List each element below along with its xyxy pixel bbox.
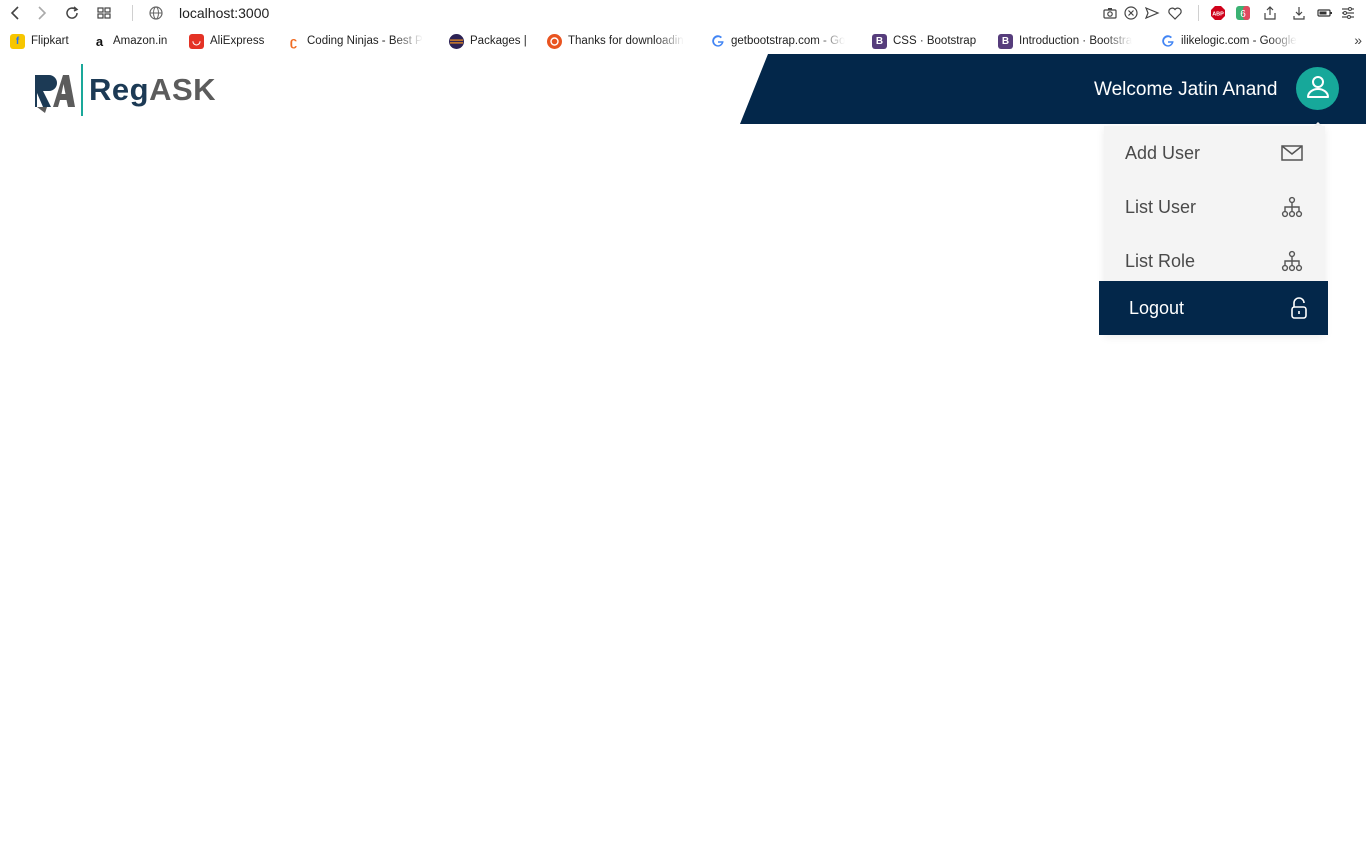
google-icon [710, 33, 725, 49]
svg-text:6: 6 [1240, 9, 1246, 20]
bookmark-label: Packages | [470, 35, 527, 47]
regask-logo[interactable]: RegASK [33, 63, 216, 117]
camera-icon[interactable] [1101, 4, 1119, 22]
bootstrap-icon: B [872, 33, 887, 49]
bookmark-aliexpress[interactable]: ◡ AliExpress [189, 32, 269, 50]
hierarchy-icon [1281, 196, 1303, 218]
logout-label: Logout [1129, 297, 1185, 318]
mail-icon [1281, 142, 1303, 164]
google-icon [1160, 33, 1175, 49]
welcome-text: Welcome Jatin Anand [1094, 79, 1278, 100]
ubuntu-icon [547, 33, 562, 49]
menu-item-list-role[interactable]: List Role [1104, 234, 1325, 288]
logo-ask: ASK [149, 72, 217, 107]
bootstrap-icon: B [998, 33, 1013, 49]
bookmark-introduction-bootstrap[interactable]: B Introduction · Bootstra [998, 32, 1140, 50]
send-icon[interactable] [1143, 4, 1161, 22]
menu-item-label: List Role [1125, 250, 1196, 271]
bookmark-label: AliExpress [210, 35, 265, 47]
menu-item-list-user[interactable]: List User [1104, 180, 1325, 234]
forward-icon[interactable] [32, 4, 50, 22]
unlock-icon [1288, 297, 1310, 319]
menu-item-label: Add User [1125, 142, 1201, 163]
extension-icon[interactable]: 6 [1234, 4, 1252, 22]
bookmark-ilikelogic[interactable]: ilikelogic.com - Google [1160, 32, 1302, 50]
browser-toolbar: localhost:3000 ABP 6 [0, 0, 1366, 26]
logout-button[interactable]: Logout [1099, 281, 1328, 335]
user-icon [1305, 73, 1331, 104]
share-icon[interactable] [1261, 4, 1279, 22]
bookmark-amazon[interactable]: a Amazon.in [92, 32, 172, 50]
bookmark-label: ilikelogic.com - Google [1181, 35, 1297, 47]
more-bookmarks-icon[interactable]: » [1354, 32, 1362, 48]
bookmark-getbootstrap[interactable]: getbootstrap.com - Go [710, 32, 852, 50]
user-avatar-button[interactable] [1296, 67, 1339, 110]
bookmark-ubuntu[interactable]: Thanks for downloadin [547, 32, 693, 50]
bookmark-label: getbootstrap.com - Go [731, 35, 846, 47]
ra-logo-icon [33, 67, 75, 113]
bookmark-label: CSS · Bootstrap [893, 35, 977, 47]
reload-icon[interactable] [63, 4, 81, 22]
menu-item-add-user[interactable]: Add User [1104, 126, 1325, 180]
toolbar-divider [132, 5, 133, 21]
app-header: RegASK Welcome Jatin Anand [0, 54, 1366, 124]
heart-icon[interactable] [1166, 4, 1184, 22]
flipkart-icon: f [10, 33, 25, 49]
bookmarks-bar: f Flipkart a Amazon.in ◡ AliExpress ʗ Co… [0, 30, 1366, 52]
bookmark-label: Introduction · Bootstra [1019, 35, 1133, 47]
coding-ninjas-icon: ʗ [286, 33, 301, 49]
adblock-icon[interactable]: ABP [1209, 4, 1227, 22]
settings-icon[interactable] [1339, 4, 1357, 22]
bookmark-flipkart[interactable]: f Flipkart [10, 32, 74, 50]
menu-item-label: List User [1125, 196, 1197, 217]
address-bar[interactable]: localhost:3000 [179, 5, 269, 21]
globe-icon [147, 4, 165, 22]
logo-divider [81, 64, 83, 116]
back-icon[interactable] [7, 4, 25, 22]
bookmark-css-bootstrap[interactable]: B CSS · Bootstrap [872, 32, 982, 50]
svg-text:ABP: ABP [1212, 12, 1224, 18]
logo-text: RegASK [89, 72, 216, 108]
bookmark-coding-ninjas[interactable]: ʗ Coding Ninjas - Best P [286, 32, 429, 50]
aliexpress-icon: ◡ [189, 33, 204, 49]
download-icon[interactable] [1290, 4, 1308, 22]
toolbar-divider [1198, 5, 1199, 21]
logo-reg: Reg [89, 72, 150, 107]
bookmark-label: Flipkart [31, 35, 69, 47]
battery-icon[interactable] [1316, 4, 1334, 22]
bookmark-packages[interactable]: Packages | [449, 32, 529, 50]
amazon-icon: a [92, 33, 107, 49]
bookmark-label: Amazon.in [113, 35, 168, 47]
bookmark-label: Thanks for downloadin [568, 35, 684, 47]
speed-dial-icon[interactable] [95, 4, 113, 22]
bookmark-label: Coding Ninjas - Best P [307, 35, 423, 47]
block-icon[interactable] [1122, 4, 1140, 22]
packages-icon [449, 33, 464, 49]
hierarchy-icon [1281, 250, 1303, 272]
